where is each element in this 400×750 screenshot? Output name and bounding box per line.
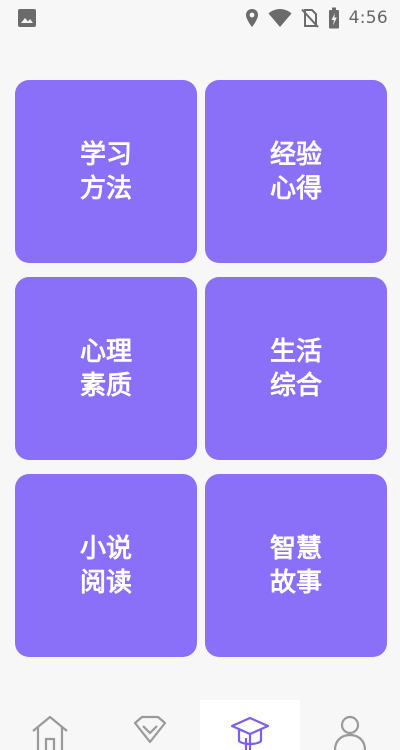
category-grid: 学习 方法 经验 心得 心理 素质 生活 综合 小说 阅读 智慧 故事 bbox=[15, 80, 387, 657]
nav-discover[interactable] bbox=[100, 700, 200, 750]
graduation-cap-icon bbox=[230, 714, 270, 750]
battery-charging-icon bbox=[328, 7, 340, 29]
card-study-methods[interactable]: 学习 方法 bbox=[15, 80, 197, 263]
card-experience[interactable]: 经验 心得 bbox=[205, 80, 387, 263]
card-label: 智慧 故事 bbox=[269, 533, 322, 598]
card-label: 经验 心得 bbox=[269, 139, 322, 204]
card-psychology[interactable]: 心理 素质 bbox=[15, 277, 197, 460]
card-wisdom-stories[interactable]: 智慧 故事 bbox=[205, 474, 387, 657]
card-life[interactable]: 生活 综合 bbox=[205, 277, 387, 460]
screen: 4:56 学习 方法 经验 心得 心理 素质 生活 综合 小说 阅读 智慧 故事 bbox=[0, 0, 400, 750]
home-icon bbox=[30, 714, 70, 750]
bottom-nav bbox=[0, 700, 400, 750]
no-sim-icon bbox=[300, 8, 319, 28]
status-bar: 4:56 bbox=[0, 0, 400, 36]
wifi-icon bbox=[268, 8, 292, 28]
status-time: 4:56 bbox=[348, 8, 388, 28]
card-label: 生活 综合 bbox=[269, 336, 322, 401]
diamond-icon bbox=[130, 714, 170, 750]
card-label: 小说 阅读 bbox=[79, 533, 132, 598]
nav-learn[interactable] bbox=[200, 700, 300, 750]
card-label: 学习 方法 bbox=[79, 139, 132, 204]
nav-home[interactable] bbox=[0, 700, 100, 750]
image-notification-icon bbox=[17, 8, 37, 28]
card-label: 心理 素质 bbox=[79, 336, 132, 401]
card-novel-reading[interactable]: 小说 阅读 bbox=[15, 474, 197, 657]
profile-icon bbox=[330, 714, 370, 750]
nav-profile[interactable] bbox=[300, 700, 400, 750]
location-icon bbox=[245, 8, 259, 28]
